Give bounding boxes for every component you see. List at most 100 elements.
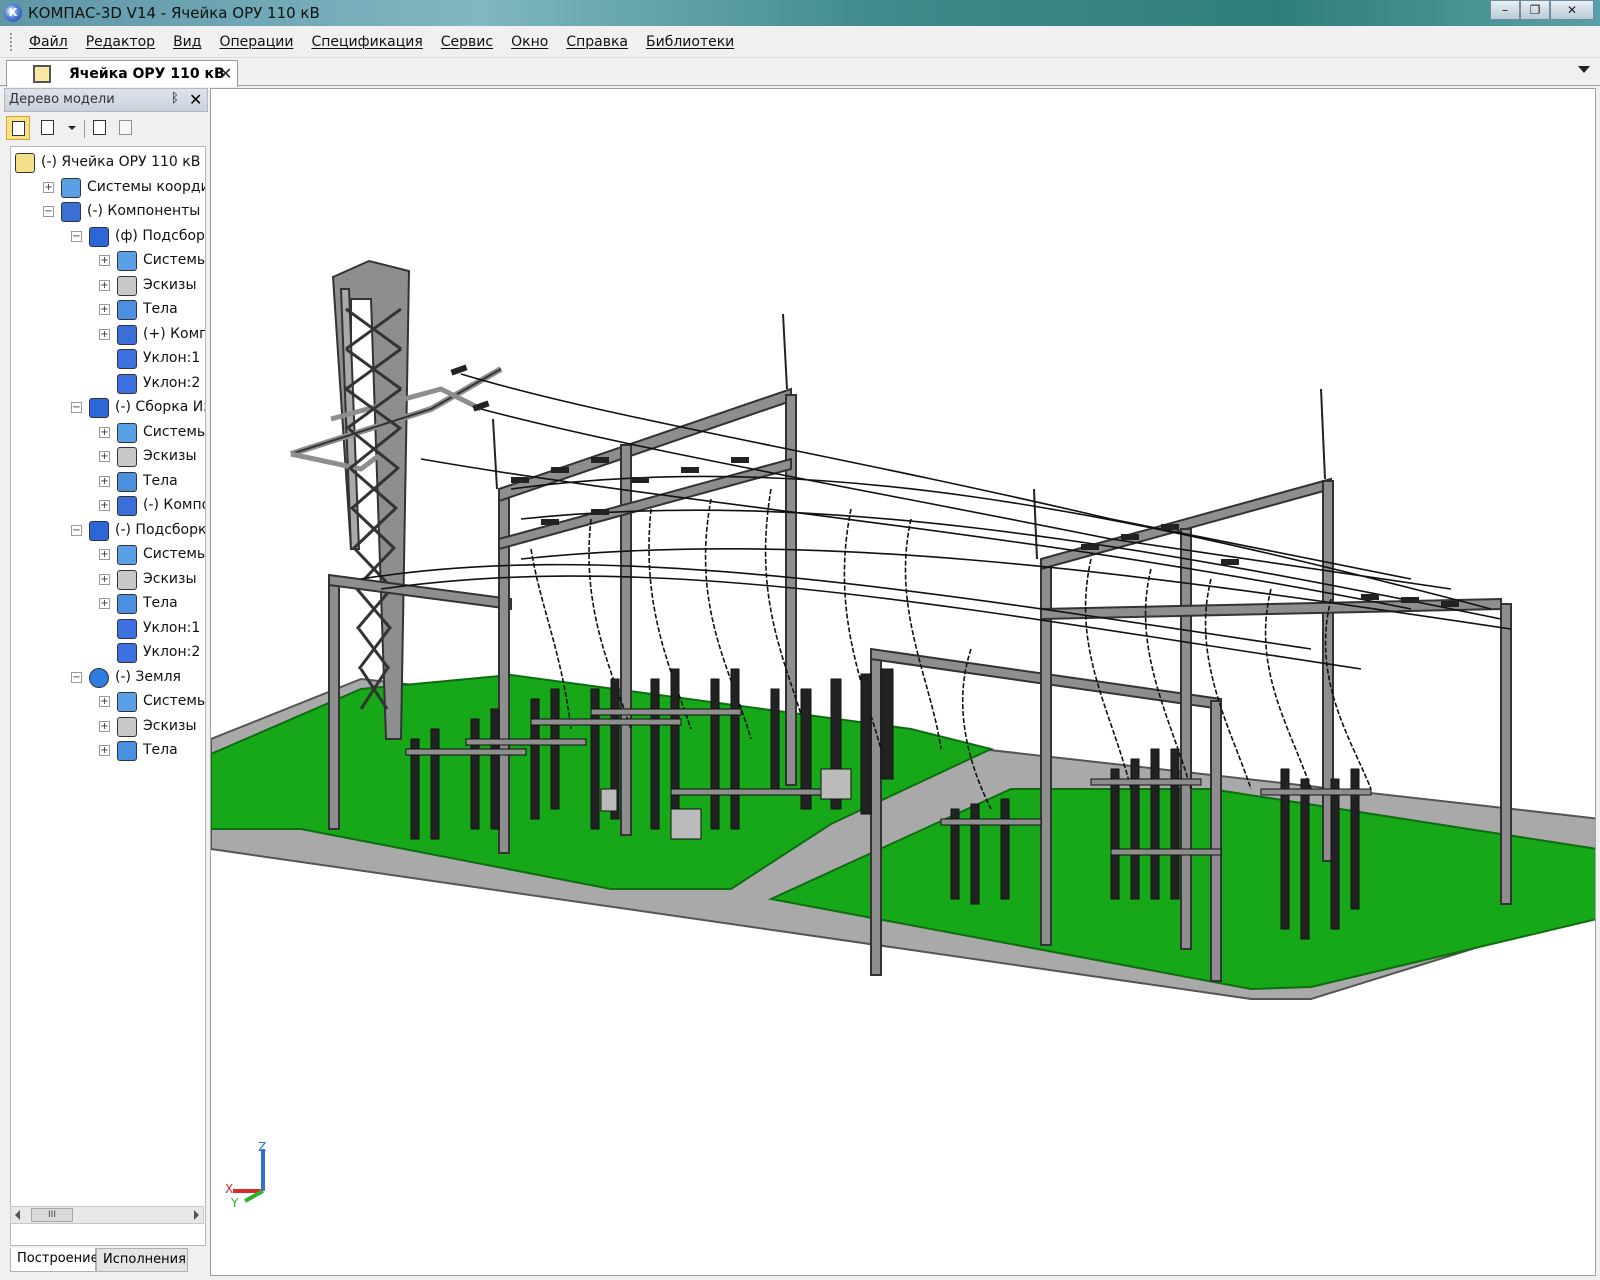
tree-node[interactable]: Уклон:1 — [11, 347, 205, 371]
tree-node[interactable]: − (-) Подсборка — [11, 519, 205, 543]
minimize-button[interactable]: – — [1490, 0, 1520, 20]
tree-node[interactable]: + Эскизы — [11, 568, 205, 592]
menu-window[interactable]: Окно — [502, 34, 557, 50]
menu-operations[interactable]: Операции — [210, 34, 302, 50]
tree-node[interactable]: − (-) Компоненты — [11, 200, 205, 224]
tree-horizontal-scrollbar[interactable]: III — [10, 1206, 204, 1224]
properties-button[interactable] — [88, 116, 112, 140]
expand-icon[interactable]: + — [99, 255, 110, 266]
axis-z-label: Z — [258, 1140, 266, 1154]
tree-node-label: Тела — [143, 595, 178, 611]
expand-icon[interactable]: + — [43, 181, 54, 193]
expand-icon[interactable]: + — [99, 598, 110, 609]
tree-node[interactable]: + Тела — [11, 739, 205, 763]
sketches-icon — [117, 447, 137, 467]
tree-node[interactable]: + Системы — [11, 249, 205, 273]
menu-service[interactable]: Сервис — [432, 34, 502, 50]
tree-node[interactable]: Уклон:2 — [11, 372, 205, 396]
tree-node-label: Системы координ — [87, 178, 206, 195]
toolbar-grip[interactable] — [10, 32, 14, 51]
tab-list-dropdown-icon[interactable] — [1578, 66, 1590, 73]
collapse-icon[interactable]: − — [71, 671, 82, 683]
bodies-icon — [117, 471, 137, 492]
menu-editor[interactable]: Редактор — [77, 34, 164, 50]
expand-icon[interactable]: + — [99, 500, 110, 511]
window-controls: – ❐ ✕ — [1490, 0, 1594, 22]
collapse-icon[interactable]: − — [71, 402, 82, 413]
pin-icon[interactable]: ᛒ — [171, 91, 179, 106]
scroll-thumb[interactable]: III — [31, 1208, 73, 1222]
bodies-icon — [117, 741, 137, 761]
tree-node[interactable]: Уклон:2 — [11, 641, 205, 665]
panel-title: Дерево модели — [9, 92, 115, 107]
tree-node[interactable]: + Тела — [11, 470, 205, 494]
document-tab[interactable]: Ячейка ОРУ 110 кВ ✕ — [6, 60, 238, 87]
tree-view-mode-button[interactable] — [36, 116, 60, 140]
window-title: КОМПАС-3D V14 - Ячейка ОРУ 110 кВ — [28, 4, 320, 22]
draft-icon — [117, 349, 137, 369]
menu-file[interactable]: Файл — [20, 34, 77, 50]
tree-node[interactable]: − (-) Сборка Из — [11, 396, 206, 420]
sketches-icon — [117, 716, 137, 737]
menu-help[interactable]: Справка — [557, 34, 637, 50]
close-button[interactable]: ✕ — [1550, 0, 1594, 20]
tree-node[interactable]: + (-) Компо — [11, 494, 205, 518]
tree-node-label: Тела — [143, 742, 178, 758]
expand-icon[interactable]: + — [99, 426, 110, 438]
tree-node-label: (-) Ячейка ОРУ 110 кВ ( — [41, 154, 206, 170]
collapse-icon[interactable]: − — [71, 524, 82, 536]
document-tab-bar: Ячейка ОРУ 110 кВ ✕ — [0, 58, 1600, 87]
scroll-left-icon[interactable] — [15, 1210, 20, 1220]
tree-node[interactable]: + Системы — [11, 421, 205, 445]
tree-node-label: Тела — [143, 301, 178, 317]
chevron-down-icon[interactable] — [68, 126, 76, 130]
tree-node[interactable]: − (-) Земля — [11, 666, 205, 690]
sketches-icon — [117, 275, 137, 296]
tree-node[interactable]: + Системы — [11, 543, 205, 567]
expand-icon[interactable]: + — [99, 745, 110, 756]
scroll-right-icon[interactable] — [194, 1210, 199, 1220]
collapse-icon[interactable]: − — [71, 230, 82, 242]
collapse-icon[interactable]: − — [43, 206, 54, 217]
tab-variants[interactable]: Исполнения — [96, 1248, 188, 1272]
copy-document-icon — [119, 120, 132, 135]
tree-node[interactable]: + Эскизы — [11, 274, 205, 298]
expand-icon[interactable]: + — [99, 720, 110, 732]
tree-structure-button[interactable] — [6, 116, 30, 140]
menu-specification[interactable]: Спецификация — [302, 34, 431, 50]
restore-button[interactable]: ❐ — [1520, 0, 1550, 20]
bodies-icon — [117, 594, 137, 614]
model-viewport[interactable]: Z X Y — [210, 88, 1596, 1276]
expand-icon[interactable]: + — [99, 475, 110, 487]
toolbar-separator — [84, 120, 85, 138]
tree-node[interactable]: + Эскизы — [11, 715, 205, 739]
panel-close-icon[interactable]: ✕ — [189, 90, 202, 109]
expand-icon[interactable]: + — [99, 451, 110, 462]
expand-icon[interactable]: + — [99, 696, 110, 707]
tree-node[interactable]: Уклон:1 — [11, 617, 205, 641]
tree-node[interactable]: + Тела — [11, 298, 205, 322]
expand-icon[interactable]: + — [99, 328, 110, 340]
tree-node-label: (-) Сборка Из — [115, 399, 206, 415]
tree-node-label: (-) Компоненты — [87, 203, 201, 219]
tree-node[interactable]: + Тела — [11, 592, 205, 616]
expand-icon[interactable]: + — [99, 304, 110, 315]
document-icon — [93, 120, 106, 135]
substation-3d-model[interactable]: Z X Y — [211, 89, 1596, 1276]
tree-node[interactable]: + Системы координ — [11, 176, 206, 200]
tree-node[interactable]: + (+) Компо — [11, 323, 205, 347]
tree-node[interactable]: + Системы — [11, 690, 205, 714]
draft-icon — [117, 618, 137, 639]
copy-properties-button[interactable] — [114, 116, 138, 140]
menu-libraries[interactable]: Библиотеки — [637, 34, 743, 50]
expand-icon[interactable]: + — [99, 279, 110, 291]
tab-construction[interactable]: Построение — [10, 1248, 99, 1272]
tree-node[interactable]: − (ф) Подсборка — [11, 225, 205, 249]
tree-node[interactable]: (-) Ячейка ОРУ 110 кВ ( — [11, 151, 206, 175]
expand-icon[interactable]: + — [99, 549, 110, 560]
expand-icon[interactable]: + — [99, 573, 110, 585]
document-tab-close-icon[interactable]: ✕ — [219, 64, 232, 83]
tree-node[interactable]: + Эскизы — [11, 445, 205, 469]
coordinate-system-icon — [117, 422, 137, 443]
menu-view[interactable]: Вид — [164, 34, 210, 50]
